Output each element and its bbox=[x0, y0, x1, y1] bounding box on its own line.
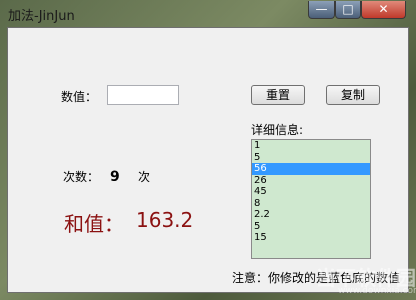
minimize-button[interactable]: — bbox=[308, 1, 335, 19]
maximize-button[interactable]: □ bbox=[335, 1, 361, 19]
list-item[interactable]: 56 bbox=[252, 163, 370, 175]
list-item[interactable]: 5 bbox=[252, 152, 370, 164]
count-unit: 次 bbox=[138, 170, 151, 184]
value-label: 数值： bbox=[61, 90, 98, 104]
watermark-url: www.downxia.com bbox=[338, 286, 416, 296]
app-window: 加法-JinJun — □ ✕ 数值： 重置 复制 详细信息: 1 5 56 26 45… bbox=[0, 0, 416, 300]
list-item[interactable]: 1 bbox=[252, 140, 370, 152]
list-item[interactable]: 5 bbox=[252, 221, 370, 233]
list-item[interactable]: 26 bbox=[252, 175, 370, 187]
sum-label: 和值： bbox=[64, 212, 124, 236]
details-label: 详细信息: bbox=[251, 123, 304, 137]
close-button[interactable]: ✕ bbox=[361, 1, 406, 19]
list-item[interactable]: 8 bbox=[252, 198, 370, 210]
copy-button[interactable]: 复制 bbox=[326, 85, 380, 105]
list-item[interactable]: 15 bbox=[252, 232, 370, 244]
client-area: 数值： 重置 复制 详细信息: 1 5 56 26 45 8 2.2 5 15 次数： 9 次 … bbox=[7, 27, 416, 296]
count-label: 次数： bbox=[63, 170, 100, 184]
count-value: 9 bbox=[110, 169, 120, 185]
window-title: 加法-JinJun bbox=[8, 9, 75, 24]
list-item[interactable]: 45 bbox=[252, 186, 370, 198]
details-listbox[interactable]: 1 5 56 26 45 8 2.2 5 15 bbox=[251, 139, 371, 259]
reset-button[interactable]: 重置 bbox=[251, 85, 305, 105]
list-item[interactable]: 2.2 bbox=[252, 209, 370, 221]
title-bar[interactable]: 加法-JinJun — □ ✕ bbox=[0, 0, 416, 27]
value-input[interactable] bbox=[107, 85, 179, 105]
sum-value: 163.2 bbox=[136, 208, 194, 232]
